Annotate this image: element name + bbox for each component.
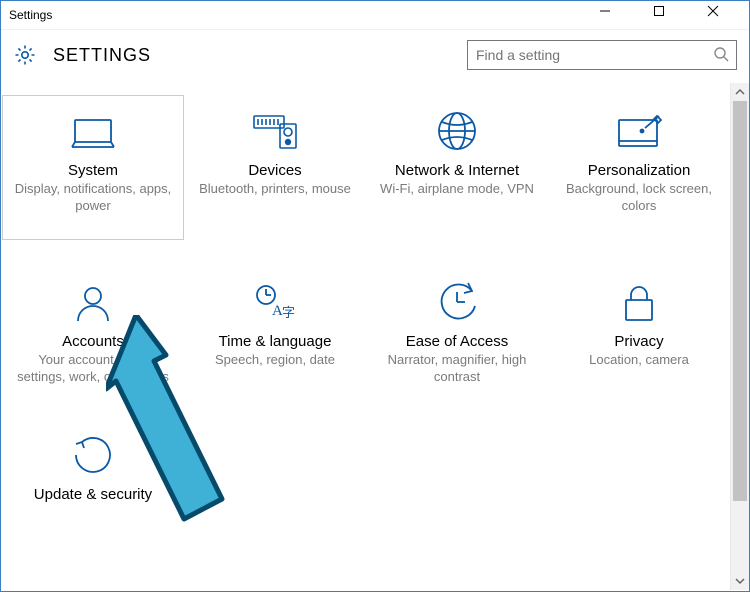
scroll-down-icon[interactable] <box>731 572 749 590</box>
gear-icon <box>13 43 37 67</box>
tile-desc: Wi-Fi, airplane mode, VPN <box>377 181 537 198</box>
header: SETTINGS <box>1 30 749 80</box>
settings-window: Settings SETTINGS <box>0 0 750 592</box>
personalization-icon <box>559 110 719 152</box>
tile-devices[interactable]: Devices Bluetooth, printers, mouse <box>184 101 366 240</box>
tile-desc: Narrator, magnifier, high contrast <box>377 352 537 386</box>
ease-of-access-icon <box>377 281 537 323</box>
tile-title: Network & Internet <box>377 162 537 179</box>
tile-title: Time & language <box>195 333 355 350</box>
search-input[interactable] <box>467 40 737 70</box>
tile-desc: Speech, region, date <box>195 352 355 369</box>
time-language-icon: A 字 <box>195 281 355 323</box>
tile-update-security[interactable]: Update & security <box>2 425 184 512</box>
page-title: SETTINGS <box>53 45 151 66</box>
content: System Display, notifications, apps, pow… <box>2 83 730 590</box>
tile-desc: Display, notifications, apps, power <box>13 181 173 215</box>
settings-grid: System Display, notifications, apps, pow… <box>2 83 730 512</box>
tile-title: Ease of Access <box>377 333 537 350</box>
tile-ease-of-access[interactable]: Ease of Access Narrator, magnifier, high… <box>366 272 548 393</box>
globe-icon <box>377 110 537 152</box>
tile-network[interactable]: Network & Internet Wi-Fi, airplane mode,… <box>366 101 548 240</box>
scroll-thumb[interactable] <box>733 101 747 501</box>
tile-desc: Background, lock screen, colors <box>559 181 719 215</box>
tile-title: Accounts <box>13 333 173 350</box>
titlebar-buttons <box>599 5 737 17</box>
tile-title: Update & security <box>13 486 173 503</box>
tile-title: Privacy <box>559 333 719 350</box>
tile-desc: Location, camera <box>559 352 719 369</box>
tile-title: Devices <box>195 162 355 179</box>
update-icon <box>13 434 173 476</box>
tile-title: System <box>13 162 173 179</box>
scrollbar[interactable] <box>730 83 749 590</box>
titlebar: Settings <box>1 1 749 30</box>
scroll-up-icon[interactable] <box>731 83 749 101</box>
tile-system[interactable]: System Display, notifications, apps, pow… <box>2 95 184 240</box>
minimize-button[interactable] <box>599 5 629 17</box>
devices-icon <box>195 110 355 152</box>
tile-desc: Your account, sync settings, work, other… <box>13 352 173 386</box>
close-button[interactable] <box>707 5 737 17</box>
tile-title: Personalization <box>559 162 719 179</box>
header-left: SETTINGS <box>13 43 151 67</box>
tile-time-language[interactable]: A 字 Time & language Speech, region, date <box>184 272 366 393</box>
tile-personalization[interactable]: Personalization Background, lock screen,… <box>548 101 730 240</box>
accounts-icon <box>13 281 173 323</box>
search-box <box>467 40 737 70</box>
lock-icon <box>559 281 719 323</box>
tile-privacy[interactable]: Privacy Location, camera <box>548 272 730 393</box>
system-icon <box>13 110 173 152</box>
svg-text:字: 字 <box>282 305 295 320</box>
search-icon[interactable] <box>713 46 729 62</box>
tile-accounts[interactable]: Accounts Your account, sync settings, wo… <box>2 272 184 393</box>
tile-desc: Bluetooth, printers, mouse <box>195 181 355 198</box>
window-title: Settings <box>9 8 52 22</box>
maximize-button[interactable] <box>653 5 683 17</box>
content-wrap: System Display, notifications, apps, pow… <box>2 83 749 590</box>
